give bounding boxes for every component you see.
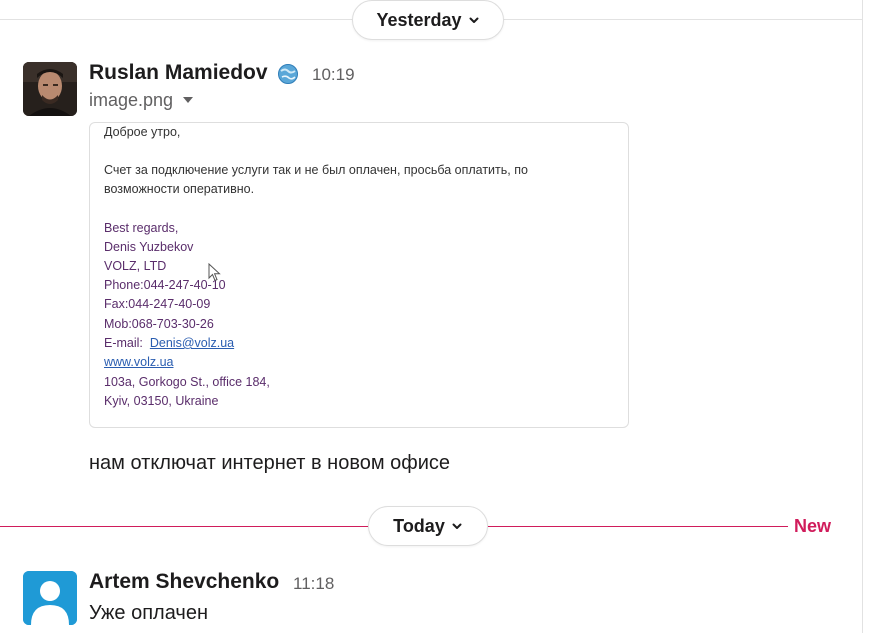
signature-address: 103a, Gorkogo St., office 184, [104, 375, 270, 389]
user-photo [23, 62, 77, 116]
signature-email-link: Denis@volz.ua [149, 336, 235, 350]
message-time[interactable]: 11:18 [293, 574, 334, 594]
default-user-icon [23, 571, 77, 625]
chevron-down-icon [469, 17, 479, 23]
message-text: нам отключат интернет в новом офисе [89, 452, 451, 474]
date-pill-today[interactable]: Today [368, 506, 488, 546]
signature-mobile: Mob:068-703-30-26 [104, 317, 214, 331]
email-body-line: Счет за подключение услуги так и не был … [104, 163, 528, 177]
signature-name: Denis Yuzbekov [104, 240, 194, 254]
file-name: image.png [89, 90, 174, 110]
sender-name[interactable]: Artem Shevchenko [89, 570, 279, 594]
message-time[interactable]: 10:19 [312, 65, 355, 85]
avatar[interactable] [23, 571, 77, 625]
sender-name[interactable]: Ruslan Mamiedov [89, 61, 268, 85]
date-pill-label: Yesterday [376, 9, 462, 30]
pane-border [862, 0, 863, 633]
signature-email-row: E-mail: Denis@volz.ua [104, 336, 234, 350]
date-pill-yesterday[interactable]: Yesterday [352, 0, 504, 40]
globe-status-icon [278, 64, 298, 84]
divider-line-today [488, 526, 788, 527]
date-pill-label: Today [393, 515, 445, 536]
email-greeting: Доброе утро, [104, 125, 181, 139]
chevron-down-icon [452, 523, 462, 529]
image-attachment[interactable]: Доброе утро, Счет за подключение услуги … [89, 122, 629, 428]
message-text: Уже оплачен [89, 602, 208, 624]
new-messages-label: New [794, 516, 832, 536]
signature-website-link: www.volz.ua [104, 355, 174, 369]
signature-fax: Fax:044-247-40-09 [104, 297, 211, 311]
email-body-line: возможности оперативно. [104, 182, 255, 196]
file-name-row[interactable]: image.png [89, 90, 194, 111]
caret-down-icon[interactable] [183, 96, 194, 105]
signature-company: VOLZ, LTD [104, 259, 167, 273]
signature-email-label: E-mail: [104, 336, 143, 350]
divider-line-today [0, 526, 368, 527]
mouse-cursor-icon [208, 263, 221, 282]
signature-address: Kyiv, 03150, Ukraine [104, 394, 219, 408]
signature-regards: Best regards, [104, 221, 179, 235]
avatar[interactable] [23, 62, 77, 116]
